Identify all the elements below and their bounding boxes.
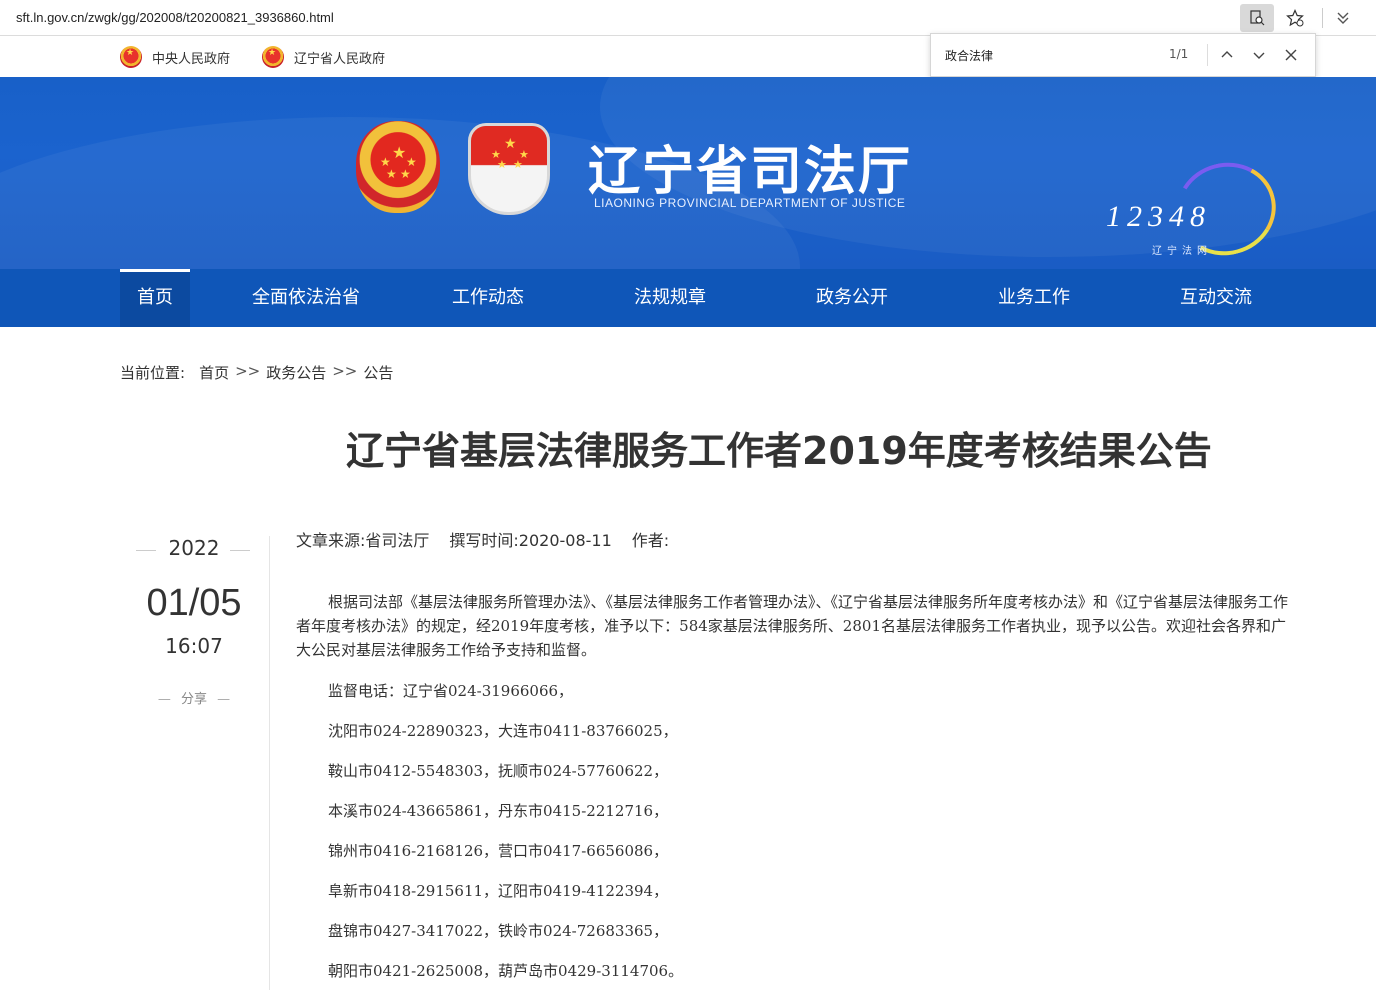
find-divider: [1207, 44, 1208, 66]
article-paragraph: 根据司法部《基层法律服务所管理办法》、《基层法律服务工作者管理办法》、《辽宁省基…: [296, 593, 1289, 659]
breadcrumb-separator: >>: [332, 362, 358, 380]
nav-item-gov-affairs[interactable]: 政务公开: [804, 269, 900, 327]
article-line: 阜新市0418-2915611，辽阳市0419-4122394，: [328, 882, 669, 900]
article-line: 锦州市0416-2168126，营口市0417-6656086，: [328, 842, 669, 860]
divider-line: [230, 550, 250, 551]
article-written-time: 撰写时间:2020-08-11: [449, 531, 612, 550]
close-icon: [1285, 49, 1297, 61]
article-meta: 文章来源:省司法厅 撰写时间:2020-08-11 作者:: [296, 527, 669, 551]
find-in-page-icon[interactable]: [1240, 4, 1274, 32]
breadcrumb-item-gov-notice[interactable]: 政务公告: [266, 362, 326, 383]
12348-logo-subtitle: 辽宁法网: [1152, 246, 1212, 257]
national-emblem-icon: [120, 46, 142, 68]
chevron-up-icon: [1221, 51, 1233, 58]
share-dash: —: [217, 692, 231, 707]
nav-item-business[interactable]: 业务工作: [986, 269, 1082, 327]
site-title-english: LIAONING PROVINCIAL DEPARTMENT OF JUSTIC…: [594, 196, 906, 210]
toolbar-divider: [1322, 8, 1323, 28]
national-emblem-icon: [262, 46, 284, 68]
article-line: 盘锦市0427-3417022，铁岭市024-72683365，: [328, 922, 669, 940]
article-line: 朝阳市0421-2625008，葫芦岛市0429-3114706。: [328, 962, 684, 980]
date-month-day: 01/05: [146, 582, 242, 624]
date-time: 16:07: [165, 634, 223, 658]
article-body: 根据司法部《基层法律服务所管理办法》、《基层法律服务工作者管理办法》、《辽宁省基…: [296, 590, 1296, 980]
article-line: 监督电话：辽宁省024-31966066，: [328, 682, 574, 700]
chevron-down-icon: [1253, 52, 1265, 59]
nav-item-work-news[interactable]: 工作动态: [440, 269, 536, 327]
breadcrumb-prefix: 当前位置:: [120, 364, 186, 382]
article-line: 本溪市024-43665861，丹东市0415-2212716，: [328, 802, 669, 820]
toplink-liaoning-gov[interactable]: 辽宁省人民政府: [262, 46, 385, 68]
date-year: 2022: [168, 536, 220, 560]
breadcrumb-item-notice[interactable]: 公告: [363, 362, 393, 383]
share-dash: —: [157, 692, 171, 707]
12348-logo-number: 12348: [1106, 200, 1211, 233]
breadcrumb: 当前位置: 首页 >> 政务公告 >> 公告: [120, 362, 393, 383]
national-emblem-icon: ★ ★ ★ ★ ★: [356, 121, 440, 213]
nav-item-regulations[interactable]: 法规规章: [622, 269, 718, 327]
article-title: 辽宁省基层法律服务工作者2019年度考核结果公告: [346, 429, 1212, 473]
article-author: 作者:: [631, 531, 670, 550]
toplink-label: 辽宁省人民政府: [294, 51, 386, 67]
site-banner: ★ ★ ★ ★ ★ ★ ★ ★ ★ ★ 辽宁省司法厅 LIAONING PROV…: [0, 77, 1376, 269]
justice-emblem-icon: ★ ★ ★ ★ ★: [468, 123, 550, 215]
favorite-star-icon[interactable]: [1278, 4, 1312, 32]
article-source: 文章来源:省司法厅: [296, 531, 430, 550]
nav-item-interaction[interactable]: 互动交流: [1168, 269, 1264, 327]
find-input[interactable]: 政合法律: [945, 47, 993, 64]
find-next-button[interactable]: [1245, 42, 1273, 68]
breadcrumb-item-home[interactable]: 首页: [199, 362, 229, 383]
breadcrumb-separator: >>: [235, 362, 261, 380]
browser-toolbar: sft.ln.gov.cn/zwgk/gg/202008/t20200821_3…: [0, 0, 1376, 36]
address-bar[interactable]: sft.ln.gov.cn/zwgk/gg/202008/t20200821_3…: [6, 7, 1238, 29]
nav-item-rule-of-law[interactable]: 全面依法治省: [240, 269, 372, 327]
article-date-column: 2022 01/05 16:07 — 分享 —: [120, 536, 270, 990]
article-line: 沈阳市024-22890323，大连市0411-83766025，: [328, 722, 678, 740]
main-nav: 首页 全面依法治省 工作动态 法规规章 政务公开 业务工作 互动交流: [0, 269, 1376, 327]
find-close-button[interactable]: [1277, 42, 1305, 68]
toplink-label: 中央人民政府: [152, 51, 231, 67]
site-title: 辽宁省司法厅: [588, 142, 913, 202]
nav-item-home[interactable]: 首页: [120, 269, 190, 327]
downloads-icon[interactable]: [1326, 4, 1360, 32]
article-line: 鞍山市0412-5548303，抚顺市024-57760622，: [328, 762, 669, 780]
share-button[interactable]: — 分享 —: [120, 688, 268, 707]
share-label: 分享: [180, 692, 207, 707]
find-previous-button[interactable]: [1213, 42, 1241, 68]
find-match-count: 1/1: [1169, 47, 1189, 61]
toplink-central-gov[interactable]: 中央人民政府: [120, 46, 230, 68]
find-bar: 政合法律 1/1: [930, 33, 1316, 77]
